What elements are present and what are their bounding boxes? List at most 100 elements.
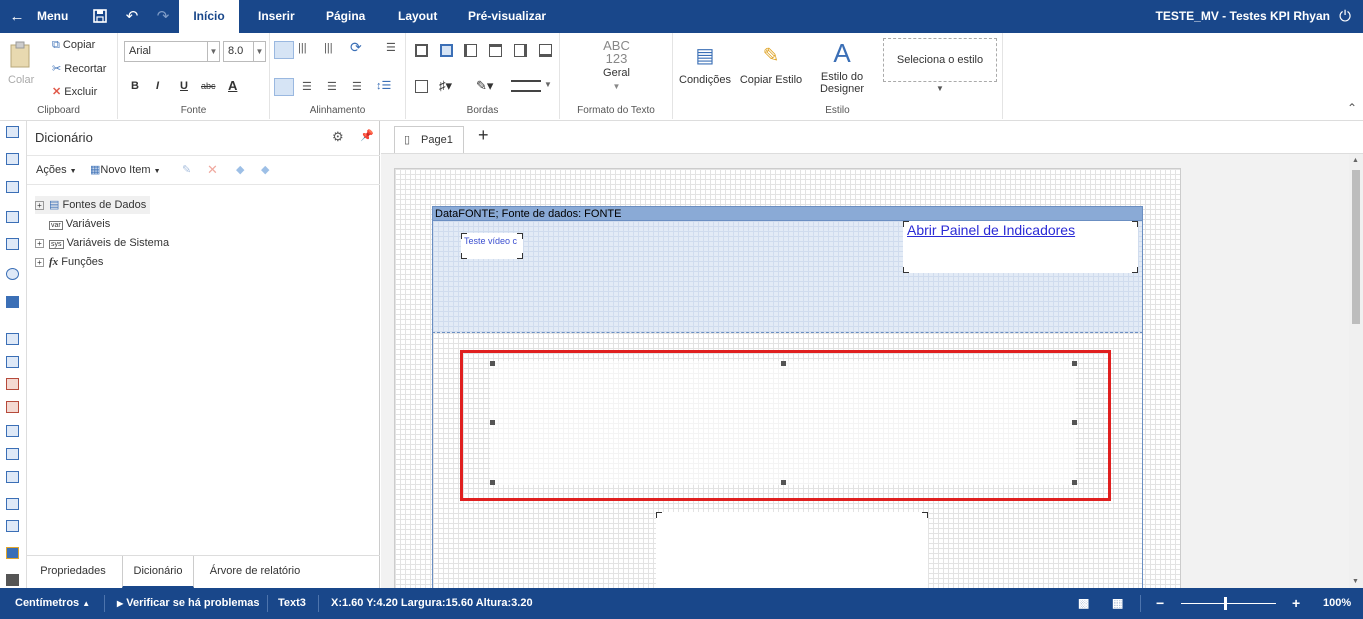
- italic-button[interactable]: I: [156, 80, 159, 92]
- border-style-icon[interactable]: [511, 80, 541, 92]
- tree-item-system-variables[interactable]: + sys Variáveis de Sistema: [35, 234, 169, 252]
- copy-button[interactable]: ⧉ Copiar: [52, 39, 95, 52]
- tab-layout[interactable]: Layout: [398, 0, 437, 33]
- actions-dropdown[interactable]: Ações ▼: [36, 164, 77, 176]
- tab-pre-visualizar[interactable]: Pré-visualizar: [468, 0, 546, 33]
- designer-style-button[interactable]: A Estilo do Designer: [815, 39, 869, 95]
- rich-text-icon[interactable]: [6, 356, 19, 368]
- cut-button[interactable]: ✂ Recortar: [52, 62, 106, 75]
- tab-page1[interactable]: ▯ Page1: [394, 126, 464, 153]
- scroll-thumb[interactable]: [1352, 170, 1360, 324]
- text-icon[interactable]: [6, 333, 19, 345]
- chevron-down-icon[interactable]: ▼: [936, 84, 944, 93]
- image-icon[interactable]: [6, 401, 19, 413]
- resize-handle[interactable]: [1072, 361, 1077, 366]
- wordwrap-icon[interactable]: ☰: [386, 41, 396, 54]
- tab-inserir[interactable]: Inserir: [258, 0, 295, 33]
- border-none-icon[interactable]: [440, 44, 453, 57]
- band-icon[interactable]: [6, 153, 19, 165]
- fill-color-icon[interactable]: ♯▾: [439, 78, 452, 94]
- open-dashboard-link[interactable]: Abrir Painel de Indicadores: [907, 222, 1075, 238]
- rotate-icon[interactable]: ⟳: [350, 39, 362, 56]
- tree-item-data-sources[interactable]: + ▤ Fontes de Dados: [35, 196, 151, 214]
- selected-text-component[interactable]: [490, 361, 1076, 485]
- panel-icon[interactable]: [6, 498, 19, 510]
- align-middle-icon[interactable]: |||: [298, 42, 307, 54]
- band-icon[interactable]: [6, 181, 19, 193]
- data-band-header[interactable]: DataFONTE; Fonte de dados: FONTE: [432, 206, 1143, 221]
- panel-icon[interactable]: [6, 425, 19, 437]
- conditions-button[interactable]: ▤ Condições: [679, 43, 731, 86]
- picture-icon[interactable]: [6, 520, 19, 532]
- resize-handle[interactable]: [781, 361, 786, 366]
- resize-handle[interactable]: [1072, 480, 1077, 485]
- resize-handle[interactable]: [490, 480, 495, 485]
- link-text-component[interactable]: Abrir Painel de Indicadores: [903, 221, 1138, 273]
- tab-inicio[interactable]: Início: [179, 0, 239, 33]
- zoom-out-button[interactable]: −: [1156, 588, 1164, 619]
- border-settings-icon[interactable]: [415, 80, 428, 93]
- page-width-icon[interactable]: ▩: [1078, 588, 1089, 619]
- align-top-button[interactable]: [274, 41, 294, 59]
- resize-handle[interactable]: [490, 361, 495, 366]
- strikethrough-button[interactable]: abc: [201, 81, 216, 91]
- border-bottom-icon[interactable]: [539, 44, 552, 57]
- align-left-button[interactable]: [274, 78, 294, 96]
- panel-icon[interactable]: [6, 471, 19, 483]
- move-down-icon[interactable]: ◆: [261, 163, 269, 176]
- undo-icon[interactable]: ↶: [123, 8, 141, 26]
- border-color-icon[interactable]: ✎▾: [476, 78, 493, 94]
- resize-handle[interactable]: [490, 420, 495, 425]
- scroll-down-icon[interactable]: ▼: [1352, 578, 1359, 585]
- add-page-button[interactable]: +: [478, 125, 489, 146]
- collapse-ribbon-icon[interactable]: ⌃: [1347, 101, 1357, 115]
- check-issues-button[interactable]: ▶ Verificar se há problemas: [117, 588, 260, 619]
- align-center-icon[interactable]: ☰: [302, 80, 312, 93]
- cross-band-icon[interactable]: [6, 238, 19, 250]
- select-style-dropdown[interactable]: Seleciona o estilo: [883, 38, 997, 82]
- font-size-select[interactable]: 8.0 ▼: [223, 41, 266, 62]
- image-icon[interactable]: [6, 378, 19, 390]
- chevron-down-icon[interactable]: ▼: [544, 80, 552, 89]
- shape-icon[interactable]: [6, 268, 19, 280]
- tab-report-tree[interactable]: Árvore de relatório: [199, 556, 311, 588]
- border-right-icon[interactable]: [514, 44, 527, 57]
- delete-button[interactable]: ✕ Excluir: [52, 85, 97, 98]
- back-arrow-icon[interactable]: ←: [8, 8, 26, 26]
- bold-button[interactable]: B: [131, 80, 139, 92]
- whole-page-icon[interactable]: ▦: [1112, 588, 1123, 619]
- units-dropdown[interactable]: Centímetros ▲: [15, 588, 90, 619]
- save-icon[interactable]: [91, 8, 109, 26]
- zoom-in-button[interactable]: +: [1292, 588, 1300, 619]
- empty-component[interactable]: [656, 512, 928, 588]
- border-top-icon[interactable]: [489, 44, 502, 57]
- delete-icon[interactable]: ✕: [207, 162, 218, 178]
- general-format-button[interactable]: ABC 123 Geral ▼: [560, 39, 673, 93]
- puzzle-icon[interactable]: [6, 296, 19, 308]
- zoom-slider[interactable]: [1181, 597, 1276, 610]
- edit-icon[interactable]: ✎: [182, 163, 191, 176]
- resize-handle[interactable]: [781, 480, 786, 485]
- chart-icon[interactable]: [6, 547, 19, 559]
- gear-icon[interactable]: ⚙: [332, 129, 344, 145]
- new-item-dropdown[interactable]: ▦Novo Item ▼: [90, 163, 161, 176]
- tab-pagina[interactable]: Página: [326, 0, 365, 33]
- underline-button[interactable]: U: [180, 80, 188, 92]
- power-icon[interactable]: ⏻: [1336, 8, 1354, 26]
- vertical-scrollbar[interactable]: ▲ ▼: [1349, 154, 1363, 588]
- move-up-icon[interactable]: ◆: [236, 163, 244, 176]
- align-bottom-icon[interactable]: |||: [324, 42, 333, 54]
- tab-properties[interactable]: Propriedades: [31, 556, 115, 588]
- resize-handle[interactable]: [1072, 420, 1077, 425]
- panel-icon[interactable]: [6, 448, 19, 460]
- tree-item-variables[interactable]: var Variáveis: [49, 215, 110, 233]
- zoom-slider-thumb[interactable]: [1224, 597, 1227, 610]
- line-spacing-icon[interactable]: ↕☰: [376, 79, 391, 92]
- font-color-button[interactable]: A: [228, 78, 237, 93]
- menu-button[interactable]: Menu: [37, 0, 68, 33]
- border-left-icon[interactable]: [464, 44, 477, 57]
- font-family-select[interactable]: Arial ▼: [124, 41, 220, 62]
- expand-icon[interactable]: +: [35, 257, 44, 267]
- text-component[interactable]: Teste vídeo c: [461, 233, 523, 259]
- band-icon[interactable]: [6, 126, 19, 138]
